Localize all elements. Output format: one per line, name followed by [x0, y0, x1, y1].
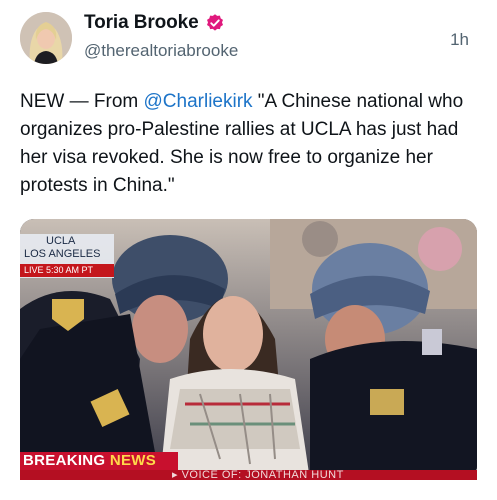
live-time-bar: LIVE 5:30 AM PT: [20, 264, 114, 277]
video-thumbnail[interactable]: UCLA LOS ANGELES LIVE 5:30 AM PT: [20, 219, 477, 480]
post-text: NEW — From @Charliekirk "A Chinese natio…: [20, 88, 485, 200]
mention-link[interactable]: @Charliekirk: [144, 91, 253, 112]
location-line2: LOS ANGELES: [24, 248, 101, 260]
location-overlay: UCLA LOS ANGELES LIVE 5:30 AM PT: [20, 234, 114, 278]
verified-badge-icon: [205, 13, 225, 33]
avatar[interactable]: [20, 12, 72, 64]
breaking-label: BREAKING: [23, 452, 110, 469]
breaking-news-banner: BREAKING NEWS: [20, 452, 178, 470]
news-ticker: ▸ VOICE OF: JONATHAN HUNT: [20, 470, 477, 480]
news-label: NEWS: [109, 452, 157, 469]
post-card[interactable]: Toria Brooke @therealtoriabrooke 1h NEW …: [0, 0, 497, 500]
post-text-prefix: NEW — From: [20, 91, 144, 112]
location-line1: UCLA: [46, 235, 76, 247]
author-name[interactable]: Toria Brooke: [84, 12, 199, 34]
ticker-text: ▸ VOICE OF: JONATHAN HUNT: [172, 470, 344, 480]
post-timestamp[interactable]: 1h: [450, 30, 469, 50]
author-handle[interactable]: @therealtoriabrooke: [84, 41, 238, 61]
